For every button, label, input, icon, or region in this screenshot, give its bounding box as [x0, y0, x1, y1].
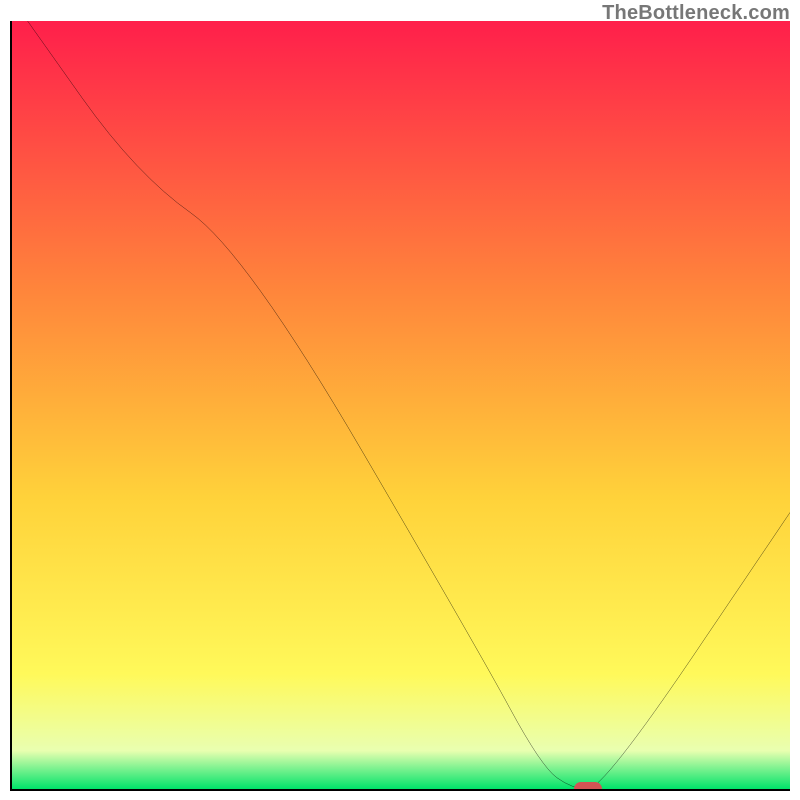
optimal-point-marker: [574, 782, 602, 791]
chart-plot-area: [10, 21, 790, 791]
background-gradient: [12, 21, 790, 789]
